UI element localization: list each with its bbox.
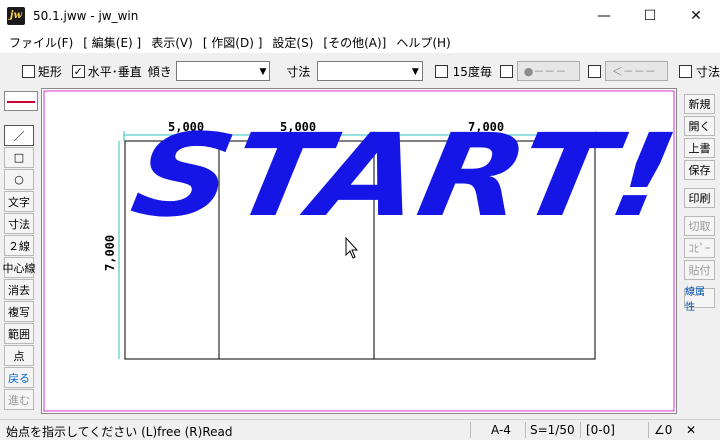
chevron-down-icon: ▼ <box>411 67 419 77</box>
tool-circle[interactable]: ○ <box>4 169 34 190</box>
scale[interactable]: S=1/50 <box>530 423 575 437</box>
tilt-combo[interactable]: ▼ <box>175 61 271 81</box>
tool-copy[interactable]: ｺﾋﾟｰ <box>684 238 715 258</box>
deg15-checkbox[interactable] <box>434 64 448 78</box>
toolbar: 矩形 ✓ 水平･垂直 傾き ▼ 寸法 ▼ 15度毎 ●－－－ ＜－－－ 寸法 <box>0 58 720 84</box>
close-button[interactable]: ✕ <box>673 0 719 31</box>
angle-indicator[interactable]: ∠0 <box>654 423 672 437</box>
title-bar: jw 50.1.jww - jw_win — ☐ ✕ <box>0 0 720 31</box>
menu-view[interactable]: 表示(V) <box>146 34 198 51</box>
tool-copy[interactable]: 複写 <box>4 301 34 322</box>
layer-indicator[interactable]: [0-0] <box>586 423 615 437</box>
line-type-indicator[interactable] <box>4 91 38 111</box>
divider <box>648 422 649 438</box>
status-message: 始点を指示してください (L)free (R)Read <box>6 425 233 439</box>
tool-save[interactable]: 保存 <box>684 160 715 180</box>
drawing-canvas[interactable]: 5,000 5,000 7,000 7,000 START! <box>41 88 678 414</box>
tool-line-attribute[interactable]: 線属性 <box>684 287 715 313</box>
tool-cut[interactable]: 切取 <box>684 216 715 236</box>
tool-redo[interactable]: 進む <box>4 389 34 410</box>
hv-label: 水平･垂直 <box>87 64 142 79</box>
point-line-button[interactable]: ●－－－ <box>516 61 581 81</box>
hv-checkbox[interactable]: ✓ <box>71 64 85 78</box>
tool-rectangle[interactable]: □ <box>4 147 34 168</box>
tool-open[interactable]: 開く <box>684 116 715 136</box>
close-icon[interactable]: ✕ <box>686 423 696 437</box>
app-icon[interactable]: jw <box>7 6 25 25</box>
menu-help[interactable]: ヘルプ(H) <box>391 34 455 51</box>
tool-erase[interactable]: 消去 <box>4 279 34 300</box>
dim-label-vertical: 7,000 <box>103 235 117 271</box>
divider <box>525 422 526 438</box>
paper-size[interactable]: A-4 <box>491 423 511 437</box>
window-title: 50.1.jww - jw_win <box>33 8 139 23</box>
chevron-down-icon: ▼ <box>259 67 267 77</box>
app-window: jw 50.1.jww - jw_win — ☐ ✕ ファイル(F) [ 編集(… <box>0 0 720 440</box>
menu-other[interactable]: [その他(A)] <box>318 34 391 51</box>
status-bar: 始点を指示してください (L)free (R)Read A-4 S=1/50 [… <box>0 419 720 440</box>
tool-double-line[interactable]: ２線 <box>4 235 34 256</box>
rect-label: 矩形 <box>37 64 62 79</box>
deg15-label: 15度毎 <box>452 64 492 79</box>
tool-dimension[interactable]: 寸法 <box>4 213 34 234</box>
dim-combo[interactable]: ▼ <box>317 61 423 81</box>
menu-settings[interactable]: 設定(S) <box>267 34 318 51</box>
tool-print[interactable]: 印刷 <box>684 188 715 208</box>
rect-checkbox[interactable] <box>22 64 35 78</box>
dim2-checkbox[interactable] <box>679 64 693 78</box>
right-tool-palette: 新規 開く 上書 保存印刷切取 ｺﾋﾟｰ 貼付線属性 <box>684 94 716 313</box>
dim-label: 寸法 <box>286 64 311 79</box>
tool-range[interactable]: 範囲 <box>4 323 34 344</box>
tool-new[interactable]: 新規 <box>684 94 715 114</box>
divider <box>470 422 471 438</box>
check-icon: ✓ <box>73 64 83 78</box>
maximize-button[interactable]: ☐ <box>627 0 673 31</box>
tool-text[interactable]: 文字 <box>4 191 34 212</box>
menu-edit[interactable]: [ 編集(E) ] <box>78 34 146 51</box>
tool-undo[interactable]: 戻る <box>4 367 34 388</box>
tool-point[interactable]: 点 <box>4 345 34 366</box>
start-overlay-text: START! <box>123 110 678 243</box>
menu-draw[interactable]: [ 作図(D) ] <box>198 34 268 51</box>
menu-bar: ファイル(F) [ 編集(E) ] 表示(V) [ 作図(D) ] 設定(S) … <box>0 31 720 53</box>
tool-line[interactable]: ／ <box>4 125 34 146</box>
drawing-svg: 5,000 5,000 7,000 7,000 START! <box>43 90 678 412</box>
dim2-label: 寸法 <box>696 64 720 79</box>
tool-overwrite[interactable]: 上書 <box>684 138 715 158</box>
divider <box>580 422 581 438</box>
btn1-checkbox[interactable] <box>499 64 513 78</box>
minimize-button[interactable]: — <box>581 0 627 31</box>
menu-file[interactable]: ファイル(F) <box>4 34 78 51</box>
arrow-line-button[interactable]: ＜－－－ <box>604 61 669 81</box>
tool-center-line[interactable]: 中心線 <box>3 257 36 278</box>
btn2-checkbox[interactable] <box>588 64 601 78</box>
left-tool-palette: ／ □ ○ 文字 寸法 ２線 中心線 消去 複写 範囲点戻る 進む <box>3 125 36 411</box>
tool-paste[interactable]: 貼付 <box>684 260 715 280</box>
tilt-label: 傾き <box>147 64 172 79</box>
